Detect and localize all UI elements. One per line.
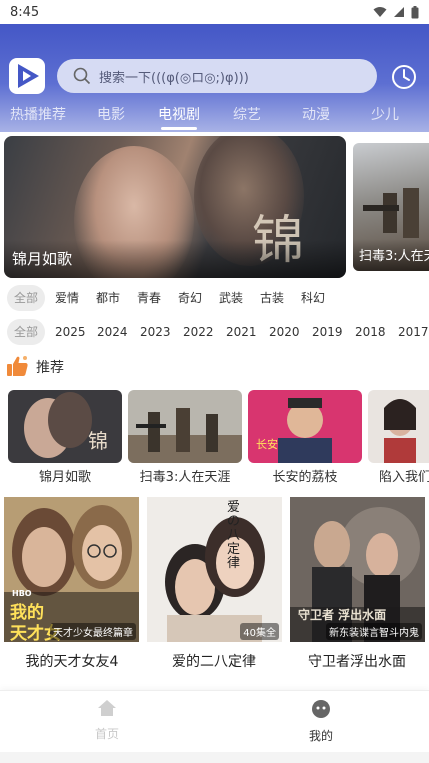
year-all[interactable]: 全部 bbox=[7, 319, 46, 345]
large-card-1-logo: HBO bbox=[12, 589, 32, 598]
status-icons bbox=[373, 5, 419, 19]
svg-text:长安: 长安 bbox=[256, 437, 278, 451]
tab-anime[interactable]: 动漫 bbox=[302, 104, 330, 124]
small-card-4[interactable] bbox=[368, 390, 429, 463]
category-tabs: 热播推荐 电影 电视剧 综艺 动漫 少儿 bbox=[0, 100, 429, 132]
large-card-2-poster bbox=[147, 497, 282, 642]
home-icon bbox=[98, 700, 116, 716]
app-header: 搜索一下(((φ(◎ロ◎;)φ))) 热播推荐 电影 电视剧 综艺 动漫 少儿 bbox=[0, 24, 429, 132]
year-chip[interactable]: 2018 bbox=[355, 319, 386, 345]
year-chip[interactable]: 2024 bbox=[97, 319, 128, 345]
tab-kids[interactable]: 少儿 bbox=[371, 104, 399, 124]
tab-hot[interactable]: 热播推荐 bbox=[10, 104, 66, 124]
signal-icon bbox=[394, 7, 404, 17]
large-card-1-badge: 天才少女最终篇章 bbox=[50, 623, 136, 640]
wifi-icon bbox=[373, 7, 387, 17]
genre-chip[interactable]: 古装 bbox=[260, 285, 284, 311]
small-card-4-poster bbox=[368, 390, 429, 463]
small-card-1-poster: 锦 bbox=[8, 390, 122, 463]
large-card-2-title: 爱的二八定律 bbox=[172, 654, 256, 670]
small-card-2-poster bbox=[128, 390, 242, 463]
large-card-2-badge: 40集全 bbox=[240, 623, 279, 640]
genre-chip[interactable]: 爱情 bbox=[55, 285, 79, 311]
banner-main[interactable]: 锦月 锦月如歌 bbox=[4, 136, 346, 278]
nav-home-label: 首页 bbox=[94, 727, 119, 741]
small-card-3-title: 长安的荔枝 bbox=[272, 470, 338, 485]
large-card-2[interactable]: 爱の八定律 40集全 bbox=[147, 497, 282, 642]
year-chip[interactable]: 2017 bbox=[398, 319, 429, 345]
small-card-2[interactable] bbox=[128, 390, 242, 463]
status-bar: 8:45 bbox=[0, 0, 429, 24]
genre-chip[interactable]: 武装 bbox=[219, 285, 243, 311]
year-filter-row: 全部 2025 2024 2023 2022 2021 2020 2019 20… bbox=[0, 319, 429, 345]
year-chip[interactable]: 2020 bbox=[269, 319, 300, 345]
small-card-1-title: 锦月如歌 bbox=[38, 470, 92, 485]
small-card-2-title: 扫毒3:人在天涯 bbox=[139, 470, 231, 485]
nav-mine[interactable]: 我的 bbox=[291, 699, 351, 744]
large-card-3-title: 守卫者浮出水面 bbox=[308, 654, 406, 670]
bottom-nav: 首页 我的 bbox=[0, 690, 429, 752]
year-chip[interactable]: 2021 bbox=[226, 319, 257, 345]
large-card-1-title: 我的天才女友4 bbox=[25, 654, 119, 670]
genre-chip[interactable]: 都市 bbox=[96, 285, 120, 311]
large-card-2-poster-text: 爱の八定律 bbox=[227, 500, 241, 571]
banner-next[interactable]: 扫毒3:人在天 bbox=[353, 143, 429, 271]
genre-chip[interactable]: 奇幻 bbox=[178, 285, 202, 311]
search-placeholder: 搜索一下(((φ(◎ロ◎;)φ))) bbox=[99, 70, 249, 86]
large-card-3-poster-text: 守卫者 浮出水面 bbox=[298, 608, 387, 622]
history-icon[interactable] bbox=[391, 64, 417, 90]
tab-variety[interactable]: 综艺 bbox=[233, 104, 261, 124]
large-card-3[interactable]: 守卫者 浮出水面 新东装谍言智斗内鬼 bbox=[290, 497, 425, 642]
nav-home[interactable]: 首页 bbox=[77, 699, 137, 742]
search-input[interactable]: 搜索一下(((φ(◎ロ◎;)φ))) bbox=[57, 59, 377, 93]
small-card-1[interactable]: 锦 bbox=[8, 390, 122, 463]
active-tab-indicator bbox=[161, 127, 197, 130]
app-logo-icon[interactable] bbox=[9, 58, 45, 94]
year-chip[interactable]: 2025 bbox=[55, 319, 86, 345]
small-card-3[interactable]: 长安 bbox=[248, 390, 362, 463]
year-chip[interactable]: 2019 bbox=[312, 319, 343, 345]
genre-chip[interactable]: 科幻 bbox=[301, 285, 325, 311]
genre-chip[interactable]: 青春 bbox=[137, 285, 161, 311]
tab-movie[interactable]: 电影 bbox=[97, 104, 125, 124]
battery-icon bbox=[411, 5, 419, 18]
tab-tv[interactable]: 电视剧 bbox=[158, 104, 200, 124]
year-chip[interactable]: 2022 bbox=[183, 319, 214, 345]
banner-next-title: 扫毒3:人在天 bbox=[359, 249, 429, 264]
status-time: 8:45 bbox=[10, 4, 40, 20]
recommend-heading: 推荐 bbox=[36, 360, 64, 376]
small-card-3-poster: 长安 bbox=[248, 390, 362, 463]
profile-icon bbox=[312, 700, 330, 718]
thumbs-up-icon bbox=[7, 356, 28, 376]
system-nav-bar bbox=[0, 752, 429, 763]
large-card-1[interactable]: HBO 我的 天才女 天才少女最终篇章 bbox=[4, 497, 139, 642]
large-card-3-badge: 新东装谍言智斗内鬼 bbox=[326, 623, 422, 640]
search-icon bbox=[73, 67, 91, 85]
genre-all[interactable]: 全部 bbox=[7, 285, 46, 311]
small-card-4-title: 陷入我们 bbox=[378, 470, 429, 485]
svg-text:锦: 锦 bbox=[88, 429, 108, 453]
banner-title: 锦月如歌 bbox=[12, 250, 73, 268]
year-chip[interactable]: 2023 bbox=[140, 319, 171, 345]
genre-filter-row: 全部 爱情 都市 青春 奇幻 武装 古装 科幻 bbox=[0, 285, 429, 311]
nav-mine-label: 我的 bbox=[308, 729, 333, 743]
